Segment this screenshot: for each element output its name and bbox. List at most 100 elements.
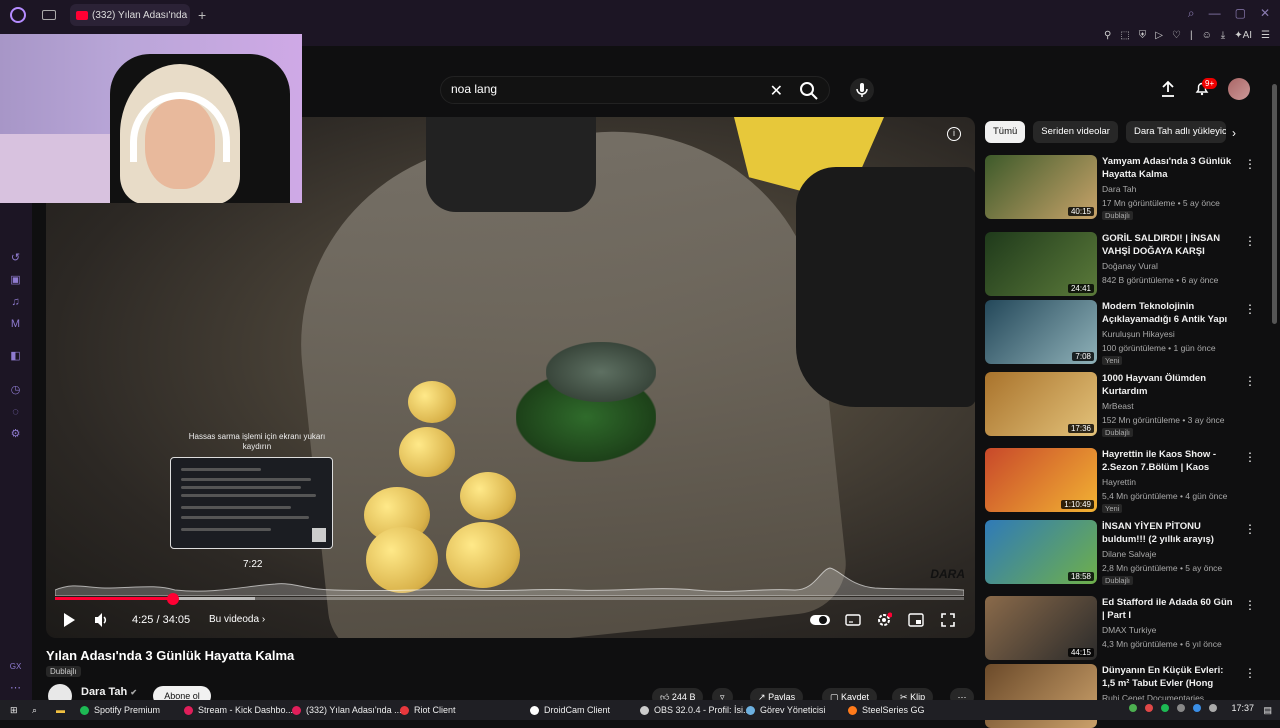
recommendation-menu-icon[interactable]: ⋮ — [1244, 374, 1256, 388]
clear-search-icon[interactable]: ✕ — [770, 81, 783, 101]
recommendation-title[interactable]: Yamyam Adası'nda 3 Günlük Hayatta Kalma — [1102, 155, 1237, 181]
sidebar-more-icon[interactable]: ⋯ — [9, 682, 22, 695]
volume-icon[interactable] — [94, 612, 110, 628]
user-icon[interactable]: ☺ — [1202, 30, 1212, 41]
recommendation-menu-icon[interactable]: ⋮ — [1244, 450, 1256, 464]
close-window-button[interactable]: ✕ — [1260, 6, 1270, 21]
sidebar-clock-icon[interactable]: ◷ — [9, 384, 22, 397]
minimize-button[interactable]: — — [1209, 6, 1221, 21]
taskbar-app[interactable]: Spotify Premium — [80, 703, 160, 717]
account-avatar[interactable] — [1228, 78, 1250, 100]
new-tab-button[interactable]: + — [198, 7, 206, 23]
recommendation-item[interactable]: 44:15 Ed Stafford ile Adada 60 Gün | Part… — [985, 596, 1256, 660]
recommendation-channel[interactable]: Kuruluşun Hikayesi — [1102, 329, 1175, 339]
sidebar-chat-icon[interactable]: ◌ — [9, 406, 22, 419]
recommendation-menu-icon[interactable]: ⋮ — [1244, 522, 1256, 536]
recommendation-channel[interactable]: Dara Tah — [1102, 184, 1136, 194]
browser-tab-active[interactable]: (332) Yılan Adası'nda 3 Gü — [70, 4, 190, 26]
search-icon[interactable] — [799, 81, 819, 101]
sidebar-gx-icon[interactable]: GX — [9, 660, 22, 673]
tray-icon[interactable] — [1145, 704, 1154, 712]
taskbar-app[interactable]: (332) Yılan Adası'nda ... — [292, 703, 402, 717]
recommendation-channel[interactable]: Dilane Salvaje — [1102, 549, 1156, 559]
fullscreen-icon[interactable] — [940, 612, 956, 628]
chip-uploader[interactable]: Dara Tah adlı yükleyic — [1125, 121, 1226, 143]
recommendation-thumbnail[interactable]: 24:41 — [985, 232, 1097, 296]
taskbar-app[interactable]: Görev Yöneticisi — [746, 703, 825, 717]
recommendation-item[interactable]: 7:08 Modern Teknolojinin Açıklayamadığı 6… — [985, 300, 1256, 365]
subtitles-icon[interactable] — [845, 612, 861, 628]
sidebar-m-icon[interactable]: M — [9, 318, 22, 331]
recommendation-thumbnail[interactable]: 44:15 — [985, 596, 1097, 660]
tray-icon[interactable] — [1129, 704, 1138, 712]
tray-icon[interactable] — [1177, 704, 1186, 712]
recommendation-title[interactable]: Ed Stafford ile Adada 60 Gün | Part I — [1102, 596, 1237, 622]
recommendation-thumbnail[interactable]: 40:15 — [985, 155, 1097, 219]
chapter-button[interactable]: Bu videoda › — [209, 614, 265, 625]
maximize-button[interactable]: ▢ — [1235, 6, 1246, 21]
miniplayer-icon[interactable] — [908, 612, 924, 628]
sidebar-music-icon[interactable]: ♫ — [9, 296, 22, 309]
recommendation-item[interactable]: 17:36 1000 Hayvanı Ölümden Kurtardım MrBea… — [985, 372, 1256, 437]
play-icon[interactable]: ▷ — [1155, 30, 1163, 41]
clock-text[interactable]: 17:37 — [1231, 703, 1254, 713]
autoplay-toggle-icon[interactable] — [810, 612, 830, 628]
menu-icon[interactable]: ☰ — [1261, 30, 1270, 41]
heart-icon[interactable]: ♡ — [1172, 30, 1181, 41]
recommendation-item[interactable]: 1:10:49 Hayrettin ile Kaos Show - 2.Sezon… — [985, 448, 1256, 513]
taskbar-app[interactable]: OBS 32.0.4 - Profil: İsi... — [640, 703, 751, 717]
sidebar-settings-icon[interactable]: ⚙ — [9, 428, 22, 441]
recommendation-menu-icon[interactable]: ⋮ — [1244, 598, 1256, 612]
chip-series[interactable]: Seriden videolar — [1033, 121, 1118, 143]
browser-logo-icon[interactable] — [10, 7, 26, 23]
recommendation-channel[interactable]: MrBeast — [1102, 401, 1134, 411]
screenshot-icon[interactable]: ⬚ — [1120, 30, 1129, 41]
progress-scrubber[interactable] — [167, 593, 179, 605]
recommendation-title[interactable]: GORİL SALDIRDI! | İNSAN VAHŞİ DOĞAYA KAR… — [1102, 232, 1237, 258]
download-icon[interactable]: ⤓ — [1221, 30, 1225, 41]
recommendation-item[interactable]: 40:15 Yamyam Adası'nda 3 Günlük Hayatta K… — [985, 155, 1256, 220]
recommendation-thumbnail[interactable]: 18:58 — [985, 520, 1097, 584]
chips-next-chevron-icon[interactable]: › — [1232, 126, 1236, 140]
recommendation-menu-icon[interactable]: ⋮ — [1244, 234, 1256, 248]
ai-icon[interactable]: ✦AI — [1234, 30, 1252, 41]
shield-icon[interactable]: ⛨ — [1139, 30, 1147, 41]
page-scrollbar[interactable] — [1272, 84, 1277, 324]
recommendation-thumbnail[interactable]: 7:08 — [985, 300, 1097, 364]
tray-icon[interactable] — [1209, 704, 1218, 712]
start-button[interactable]: ⊞ — [10, 703, 18, 717]
recommendation-item[interactable]: 18:58 İNSAN YİYEN PİTONU buldum!!! (2 yıl… — [985, 520, 1256, 585]
tray-icon[interactable] — [1161, 704, 1170, 712]
recommendation-menu-icon[interactable]: ⋮ — [1244, 157, 1256, 171]
recommendation-menu-icon[interactable]: ⋮ — [1244, 302, 1256, 316]
pin-icon[interactable]: ⚲ — [1104, 30, 1111, 41]
workspaces-icon[interactable] — [42, 10, 56, 20]
info-icon[interactable]: i — [947, 127, 961, 141]
recommendation-title[interactable]: Dünyanın En Küçük Evleri: 1,5 m² Tabut E… — [1102, 664, 1237, 690]
file-explorer-icon[interactable]: ▬ — [56, 703, 65, 717]
sidebar-bag-icon[interactable]: ▣ — [9, 274, 22, 287]
taskbar-app[interactable]: Riot Client — [400, 703, 456, 717]
taskbar-app[interactable]: DroidCam Client — [530, 703, 610, 717]
recommendation-thumbnail[interactable]: 17:36 — [985, 372, 1097, 436]
search-input[interactable] — [451, 82, 771, 96]
recommendation-thumbnail[interactable]: 1:10:49 — [985, 448, 1097, 512]
channel-name[interactable]: Dara Tah ✔ — [81, 686, 137, 698]
recommendation-title[interactable]: Hayrettin ile Kaos Show - 2.Sezon 7.Bölü… — [1102, 448, 1237, 474]
play-button-icon[interactable] — [62, 612, 76, 628]
tray-icon[interactable] — [1193, 704, 1202, 712]
voice-search-button[interactable] — [850, 78, 874, 102]
taskbar-search-icon[interactable]: ⌕ — [32, 703, 37, 717]
upload-icon[interactable] — [1160, 80, 1176, 98]
taskbar-app[interactable]: Stream - Kick Dashbo... — [184, 703, 293, 717]
recommendation-channel[interactable]: DMAX Turkiye — [1102, 625, 1156, 635]
recommendation-title[interactable]: Modern Teknolojinin Açıklayamadığı 6 Ant… — [1102, 300, 1237, 326]
recommendation-channel[interactable]: Doğanay Vural — [1102, 261, 1158, 271]
settings-gear-icon[interactable] — [876, 612, 892, 628]
chip-all[interactable]: Tümü — [985, 121, 1026, 143]
taskbar-app[interactable]: SteelSeries GG — [848, 703, 925, 717]
recommendation-item[interactable]: 24:41 GORİL SALDIRDI! | İNSAN VAHŞİ DOĞAY… — [985, 232, 1256, 296]
notifications-center-icon[interactable]: ▤ — [1263, 703, 1272, 717]
recommendation-title[interactable]: İNSAN YİYEN PİTONU buldum!!! (2 yıllık a… — [1102, 520, 1237, 546]
search-tabs-icon[interactable]: ⌕ — [1188, 6, 1195, 21]
